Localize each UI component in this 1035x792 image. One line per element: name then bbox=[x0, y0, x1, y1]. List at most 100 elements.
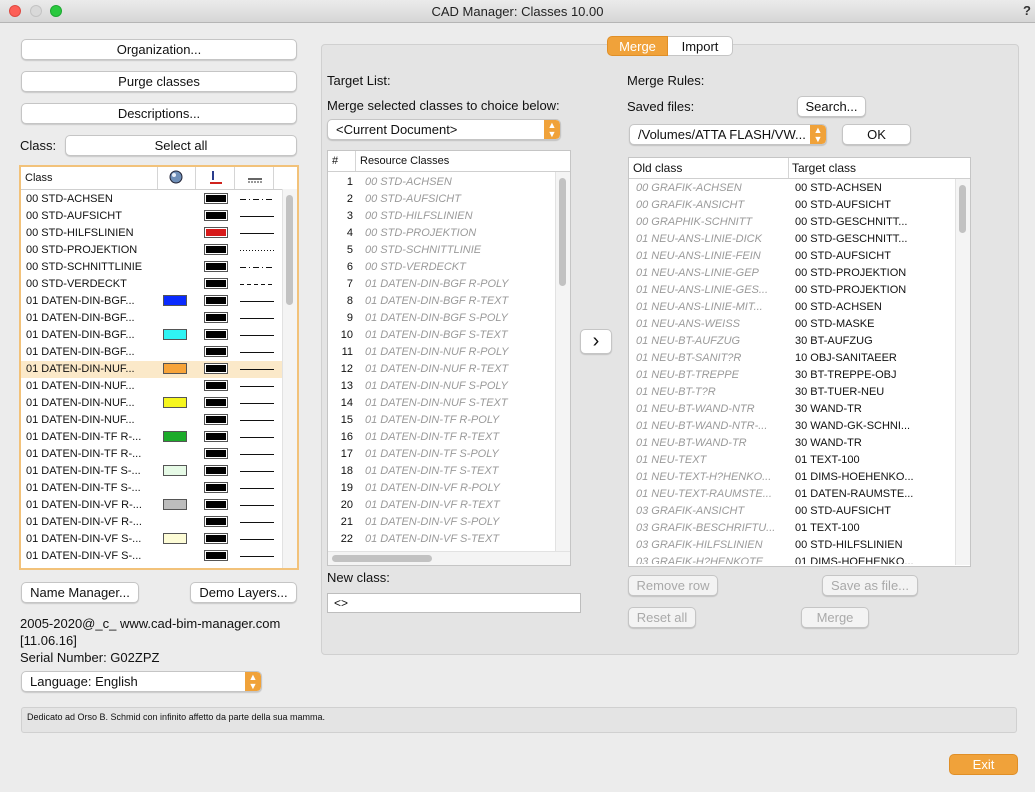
merge-rule-row[interactable]: 01 NEU-ANS-LINIE-GES... 00 STD-PROJEKTION bbox=[629, 282, 954, 299]
pen-swatch[interactable] bbox=[204, 278, 228, 289]
resource-row[interactable]: 2 00 STD-AUFSICHT bbox=[328, 191, 554, 208]
save-as-file-button[interactable]: Save as file... bbox=[822, 575, 918, 596]
pen-swatch[interactable] bbox=[204, 414, 228, 425]
fill-swatch[interactable] bbox=[163, 363, 187, 374]
line-style-sample[interactable] bbox=[239, 395, 275, 412]
pen-swatch[interactable] bbox=[204, 329, 228, 340]
line-style-sample[interactable] bbox=[239, 327, 275, 344]
fill-swatch[interactable] bbox=[163, 533, 187, 544]
pen-swatch[interactable] bbox=[204, 397, 228, 408]
merge-rule-row[interactable]: 01 NEU-BT-WAND-TR 30 WAND-TR bbox=[629, 435, 954, 452]
fill-swatch[interactable] bbox=[163, 329, 187, 340]
resource-list-hscroll-thumb[interactable] bbox=[332, 555, 432, 562]
pen-swatch[interactable] bbox=[204, 244, 228, 255]
class-row[interactable]: 00 STD-ACHSEN bbox=[21, 191, 283, 208]
line-style-sample[interactable] bbox=[239, 276, 275, 293]
fill-swatch[interactable] bbox=[163, 397, 187, 408]
merge-rule-row[interactable]: 00 GRAPHIK-SCHNITT 00 STD-GESCHNITT... bbox=[629, 214, 954, 231]
resource-row[interactable]: 13 01 DATEN-DIN-NUF S-POLY bbox=[328, 378, 554, 395]
pen-swatch[interactable] bbox=[204, 227, 228, 238]
class-row[interactable]: 00 STD-PROJEKTION bbox=[21, 242, 283, 259]
resource-row[interactable]: 11 01 DATEN-DIN-NUF R-POLY bbox=[328, 344, 554, 361]
resource-row[interactable]: 7 01 DATEN-DIN-BGF R-POLY bbox=[328, 276, 554, 293]
class-list-scrollbar[interactable] bbox=[282, 189, 297, 568]
fill-swatch[interactable] bbox=[163, 295, 187, 306]
tab-merge[interactable]: Merge bbox=[607, 36, 668, 56]
remove-row-button[interactable]: Remove row bbox=[628, 575, 718, 596]
line-style-sample[interactable] bbox=[239, 208, 275, 225]
resource-row[interactable]: 3 00 STD-HILFSLINIEN bbox=[328, 208, 554, 225]
tab-import[interactable]: Import bbox=[668, 36, 733, 56]
merge-rule-row[interactable]: 01 NEU-BT-T?R 30 BT-TUER-NEU bbox=[629, 384, 954, 401]
merge-button[interactable]: Merge bbox=[801, 607, 869, 628]
transfer-arrow-button[interactable]: › bbox=[580, 329, 612, 354]
resource-row[interactable]: 14 01 DATEN-DIN-NUF S-TEXT bbox=[328, 395, 554, 412]
merge-rule-row[interactable]: 03 GRAFIK-ANSICHT 00 STD-AUFSICHT bbox=[629, 503, 954, 520]
line-style-sample[interactable] bbox=[239, 531, 275, 548]
class-row[interactable]: 01 DATEN-DIN-NUF... bbox=[21, 361, 283, 378]
pen-swatch[interactable] bbox=[204, 346, 228, 357]
merge-rule-row[interactable]: 01 NEU-ANS-LINIE-GEP 00 STD-PROJEKTION bbox=[629, 265, 954, 282]
pen-swatch[interactable] bbox=[204, 516, 228, 527]
new-class-input[interactable]: <> bbox=[327, 593, 581, 613]
pen-swatch[interactable] bbox=[204, 550, 228, 561]
pen-color-icon[interactable] bbox=[209, 170, 223, 192]
line-style-sample[interactable] bbox=[239, 259, 275, 276]
resource-classes-list[interactable]: # Resource Classes 1 00 STD-ACHSEN 2 00 STD… bbox=[327, 150, 571, 566]
resource-row[interactable]: 1 00 STD-ACHSEN bbox=[328, 174, 554, 191]
class-row[interactable]: 01 DATEN-DIN-BGF... bbox=[21, 293, 283, 310]
pen-swatch[interactable] bbox=[204, 448, 228, 459]
class-row[interactable]: 01 DATEN-DIN-BGF... bbox=[21, 344, 283, 361]
merge-rule-row[interactable]: 01 NEU-ANS-LINIE-FEIN 00 STD-AUFSICHT bbox=[629, 248, 954, 265]
class-list-scroll-thumb[interactable] bbox=[286, 195, 293, 305]
class-row[interactable]: 00 STD-VERDECKT bbox=[21, 276, 283, 293]
merge-rule-row[interactable]: 00 GRAFIK-ANSICHT 00 STD-AUFSICHT bbox=[629, 197, 954, 214]
class-row[interactable]: 01 DATEN-DIN-VF S-... bbox=[21, 548, 283, 565]
pen-swatch[interactable] bbox=[204, 533, 228, 544]
line-style-sample[interactable] bbox=[239, 480, 275, 497]
line-style-sample[interactable] bbox=[239, 361, 275, 378]
pen-swatch[interactable] bbox=[204, 482, 228, 493]
saved-file-select[interactable]: /Volumes/ATTA FLASH/VW... ▲ ▼ bbox=[629, 124, 827, 145]
class-row[interactable]: 01 DATEN-DIN-BGF... bbox=[21, 327, 283, 344]
fill-swatch[interactable] bbox=[163, 431, 187, 442]
line-style-sample[interactable] bbox=[239, 225, 275, 242]
line-style-sample[interactable] bbox=[239, 463, 275, 480]
resource-list-hscrollbar[interactable] bbox=[328, 551, 570, 565]
resource-row[interactable]: 15 01 DATEN-DIN-TF R-POLY bbox=[328, 412, 554, 429]
line-style-sample[interactable] bbox=[239, 514, 275, 531]
class-row[interactable]: 01 DATEN-DIN-NUF... bbox=[21, 395, 283, 412]
line-style-sample[interactable] bbox=[239, 548, 275, 565]
class-row[interactable]: 00 STD-HILFSLINIEN bbox=[21, 225, 283, 242]
pen-swatch[interactable] bbox=[204, 295, 228, 306]
purge-classes-button[interactable]: Purge classes bbox=[21, 71, 297, 92]
line-style-sample[interactable] bbox=[239, 497, 275, 514]
pen-swatch[interactable] bbox=[204, 380, 228, 391]
fill-swatch[interactable] bbox=[163, 465, 187, 476]
class-row[interactable]: 01 DATEN-DIN-NUF... bbox=[21, 412, 283, 429]
resource-row[interactable]: 6 00 STD-VERDECKT bbox=[328, 259, 554, 276]
merge-rule-row[interactable]: 01 NEU-BT-TREPPE 30 BT-TREPPE-OBJ bbox=[629, 367, 954, 384]
line-style-sample[interactable] bbox=[239, 293, 275, 310]
line-style-sample[interactable] bbox=[239, 412, 275, 429]
merge-rule-row[interactable]: 01 NEU-ANS-WEISS 00 STD-MASKE bbox=[629, 316, 954, 333]
resource-row[interactable]: 5 00 STD-SCHNITTLINIE bbox=[328, 242, 554, 259]
merge-list-scroll-thumb[interactable] bbox=[959, 185, 966, 233]
select-all-button[interactable]: Select all bbox=[65, 135, 297, 156]
merge-list-scrollbar[interactable] bbox=[955, 179, 970, 565]
class-row[interactable]: 01 DATEN-DIN-VF S-... bbox=[21, 531, 283, 548]
merge-rule-row[interactable]: 01 NEU-BT-SANIT?R 10 OBJ-SANITAEER bbox=[629, 350, 954, 367]
line-style-sample[interactable] bbox=[239, 242, 275, 259]
language-select[interactable]: Language: English ▲ ▼ bbox=[21, 671, 262, 692]
resource-row[interactable]: 16 01 DATEN-DIN-TF R-TEXT bbox=[328, 429, 554, 446]
class-row[interactable]: 01 DATEN-DIN-TF R-... bbox=[21, 446, 283, 463]
line-style-sample[interactable] bbox=[239, 191, 275, 208]
fill-color-icon[interactable] bbox=[169, 170, 183, 191]
reset-all-button[interactable]: Reset all bbox=[628, 607, 696, 628]
help-icon[interactable]: ? bbox=[1023, 3, 1031, 18]
resource-row[interactable]: 18 01 DATEN-DIN-TF S-TEXT bbox=[328, 463, 554, 480]
pen-swatch[interactable] bbox=[204, 193, 228, 204]
class-row[interactable]: 01 DATEN-DIN-BGF... bbox=[21, 310, 283, 327]
resource-row[interactable]: 22 01 DATEN-DIN-VF S-TEXT bbox=[328, 531, 554, 548]
resource-row[interactable]: 9 01 DATEN-DIN-BGF S-POLY bbox=[328, 310, 554, 327]
